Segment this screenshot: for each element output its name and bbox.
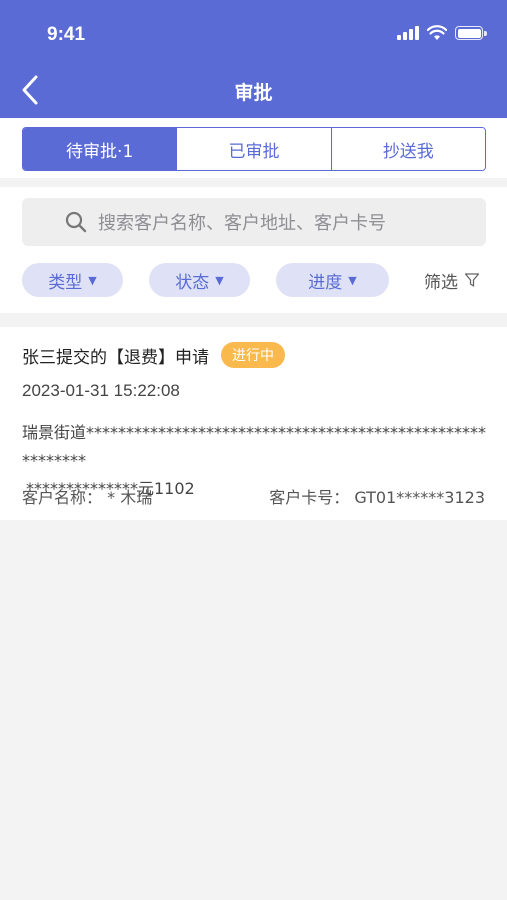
caret-down-icon: ▼ xyxy=(348,273,357,287)
address-line-1: 瑞景街道************************************… xyxy=(22,423,487,470)
customer-card-number: 客户卡号： GT01******3123 xyxy=(269,484,485,508)
filter-button[interactable]: 筛选 xyxy=(424,268,480,293)
filter-label: 筛选 xyxy=(424,272,458,293)
header: 9:41 审批 xyxy=(0,0,507,118)
caret-down-icon: ▼ xyxy=(88,273,97,287)
card-title-row: 张三提交的【退费】申请 进行中 xyxy=(22,342,285,368)
status-time: 9:41 xyxy=(47,24,86,45)
search-placeholder: 搜索客户名称、客户地址、客户卡号 xyxy=(98,213,386,234)
submit-time: 2023-01-31 15:22:08 xyxy=(22,381,180,400)
search-input[interactable]: 搜索客户名称、客户地址、客户卡号 xyxy=(22,198,486,246)
nav-bar: 审批 xyxy=(0,60,507,118)
status-badge: 进行中 xyxy=(221,342,285,368)
tab-pending[interactable]: 待审批·1 xyxy=(23,128,177,170)
card-title: 张三提交的【退费】申请 xyxy=(22,347,209,368)
customer-name-label: 客户名称： xyxy=(22,488,103,507)
page-title: 审批 xyxy=(234,82,273,104)
wifi-icon xyxy=(427,25,447,40)
chip-label-type: 类型 xyxy=(48,272,83,293)
cellular-signal-icon xyxy=(397,26,419,40)
chip-label-progress: 进度 xyxy=(308,272,343,293)
status-icons xyxy=(397,25,487,41)
status-bar: 9:41 xyxy=(0,0,507,60)
tabs-area: 待审批·1 已审批 抄送我 xyxy=(0,118,507,178)
card-number-label: 客户卡号： xyxy=(269,488,350,507)
customer-name-value: * 木瑞 xyxy=(107,488,153,507)
caret-down-icon: ▼ xyxy=(215,273,224,287)
battery-icon xyxy=(455,26,487,40)
progress-filter-chip[interactable]: 进度 ▼ xyxy=(276,263,389,297)
customer-name: 客户名称： * 木瑞 xyxy=(22,484,152,508)
filter-area: 搜索客户名称、客户地址、客户卡号 类型 ▼ 状态 ▼ 进度 ▼ 筛选 xyxy=(0,187,507,313)
tab-cc-me[interactable]: 抄送我 xyxy=(330,128,485,170)
tab-approved[interactable]: 已审批 xyxy=(176,128,331,170)
card-number-value: GT01******3123 xyxy=(354,488,485,507)
status-filter-chip[interactable]: 状态 ▼ xyxy=(149,263,250,297)
funnel-icon xyxy=(464,273,480,287)
segmented-tabs: 待审批·1 已审批 抄送我 xyxy=(22,127,486,171)
type-filter-chip[interactable]: 类型 ▼ xyxy=(22,263,123,297)
approval-card[interactable]: 张三提交的【退费】申请 进行中 2023-01-31 15:22:08 瑞景街道… xyxy=(0,327,507,520)
chip-label-status: 状态 xyxy=(175,272,210,293)
search-icon xyxy=(65,211,87,233)
